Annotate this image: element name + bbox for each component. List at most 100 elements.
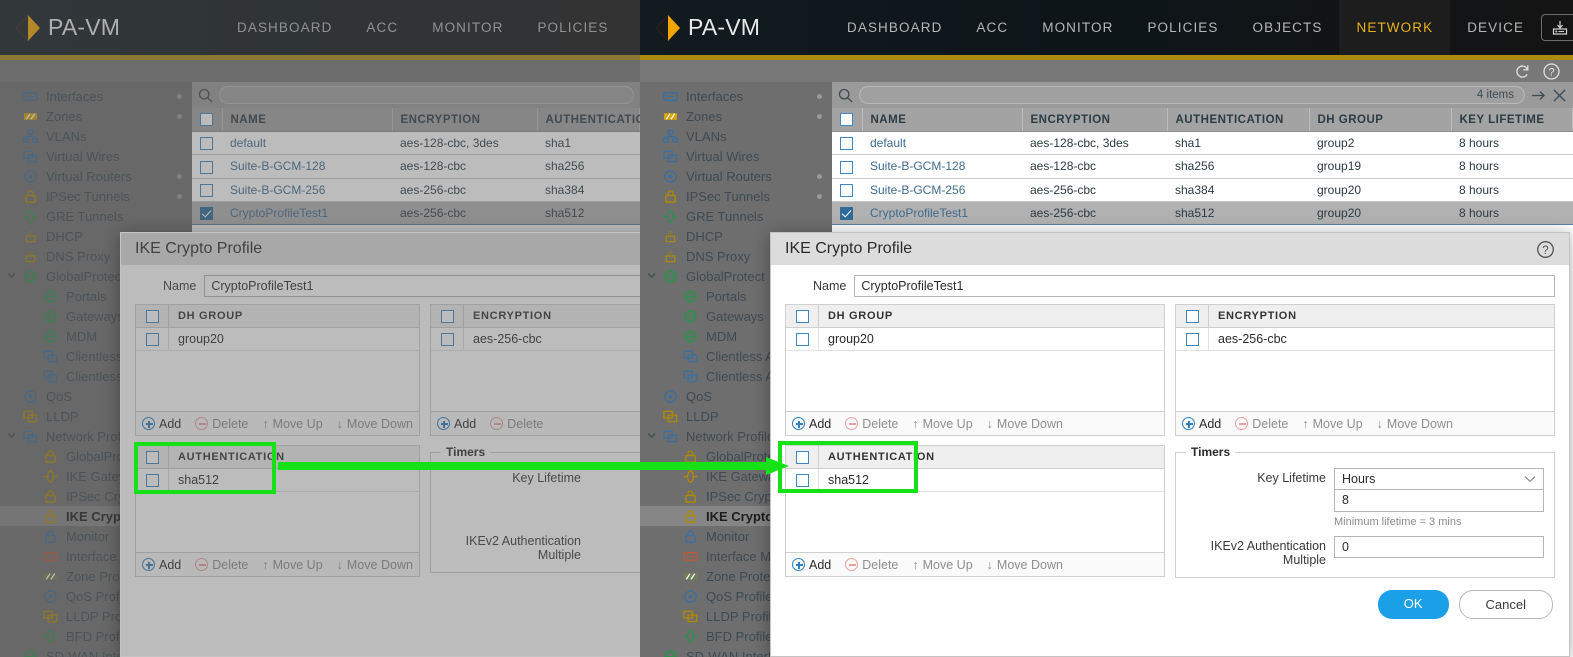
left-table-row[interactable]: CryptoProfileTest1aes-256-cbcsha512 (192, 201, 640, 224)
row-checkbox[interactable] (200, 184, 213, 197)
left-sidebar-item-virtual-routers[interactable]: Virtual Routers (0, 166, 192, 186)
left-auth-movedown-button[interactable]: ↓Move Down (337, 558, 413, 572)
left-sidebar-item-interfaces[interactable]: Interfaces (0, 86, 192, 106)
left-row-checkbox-cell[interactable] (192, 155, 222, 178)
row-checkbox[interactable] (840, 161, 853, 174)
left-table-row[interactable]: defaultaes-128-cbc, 3dessha1 (192, 132, 640, 155)
left-cell-name[interactable]: Suite-B-GCM-256 (222, 178, 392, 201)
left-sidebar-item-gre-tunnels[interactable]: GRE Tunnels (0, 206, 192, 226)
left-nav-tab-dashboard[interactable]: DASHBOARD (220, 0, 349, 55)
right-nav-tabs[interactable]: DASHBOARD ACC MONITOR POLICIES OBJECTS N… (830, 0, 1541, 55)
left-col-authentication[interactable]: AUTHENTICATION (537, 108, 640, 132)
select-all-checkbox[interactable] (200, 113, 213, 126)
row-checkbox-cell[interactable] (832, 155, 862, 178)
left-dh-moveup-button[interactable]: ↑Move Up (262, 417, 322, 431)
auth-movedown-button[interactable]: ↓Move Down (987, 558, 1063, 572)
ok-button[interactable]: OK (1378, 590, 1449, 619)
sidebar-item-ipsec-tunnels[interactable]: IPSec Tunnels (640, 186, 832, 206)
left-table-row[interactable]: Suite-B-GCM-256aes-256-cbcsha384 (192, 178, 640, 201)
auth-select-all-checkbox[interactable] (146, 451, 159, 464)
col-encryption[interactable]: ENCRYPTION (1022, 108, 1167, 132)
select-all-header[interactable] (832, 108, 862, 132)
left-search-input[interactable] (219, 86, 634, 104)
left-nav-tab-objects[interactable]: OBJECTS (626, 0, 640, 55)
chevron-down-icon[interactable] (646, 430, 657, 441)
row-checkbox[interactable] (200, 161, 213, 174)
select-all-checkbox[interactable] (840, 113, 853, 126)
auth-row-checkbox[interactable] (796, 474, 809, 487)
row-checkbox[interactable] (840, 184, 853, 197)
left-enc-delete-button[interactable]: Delete (490, 417, 543, 431)
left-sidebar-item-virtual-wires[interactable]: Virtual Wires (0, 146, 192, 166)
left-col-encryption[interactable]: ENCRYPTION (392, 108, 537, 132)
left-enc-add-button[interactable]: Add (437, 417, 476, 431)
left-auth-row[interactable]: sha512 (136, 469, 419, 492)
col-name[interactable]: NAME (862, 108, 1022, 132)
dh-group-row-checkbox[interactable] (146, 333, 159, 346)
refresh-icon[interactable] (1513, 62, 1532, 81)
dh-moveup-button[interactable]: ↑Move Up (912, 417, 972, 431)
sidebar-item-zones[interactable]: Zones (640, 106, 832, 126)
dh-add-button[interactable]: Add (792, 417, 831, 431)
left-auth-delete-button[interactable]: Delete (195, 558, 248, 572)
left-table-row[interactable]: Suite-B-GCM-128aes-128-cbcsha256 (192, 155, 640, 178)
left-row-checkbox-cell[interactable] (192, 201, 222, 224)
key-lifetime-value-input[interactable]: 8 (1334, 490, 1544, 512)
col-authentication[interactable]: AUTHENTICATION (1167, 108, 1309, 132)
cell-name[interactable]: CryptoProfileTest1 (862, 201, 1022, 224)
search-input[interactable]: 4 items (859, 86, 1525, 104)
dh-group-select-all-checkbox[interactable] (146, 310, 159, 323)
auth-moveup-button[interactable]: ↑Move Up (912, 558, 972, 572)
col-dh-group[interactable]: DH GROUP (1309, 108, 1451, 132)
left-cell-name[interactable]: CryptoProfileTest1 (222, 201, 392, 224)
help-icon[interactable]: ? (1542, 62, 1561, 81)
left-sidebar-item-ipsec-tunnels[interactable]: IPSec Tunnels (0, 186, 192, 206)
ikev2-value-input[interactable]: 0 (1334, 536, 1544, 558)
left-col-name[interactable]: NAME (222, 108, 392, 132)
left-dh-group-row[interactable]: group20 (136, 328, 419, 351)
dh-delete-button[interactable]: Delete (845, 417, 898, 431)
left-auth-add-button[interactable]: Add (142, 558, 181, 572)
left-cell-name[interactable]: Suite-B-GCM-128 (222, 155, 392, 178)
enc-delete-button[interactable]: Delete (1235, 417, 1288, 431)
nav-tab-acc[interactable]: ACC (959, 0, 1025, 55)
nav-tab-policies[interactable]: POLICIES (1130, 0, 1235, 55)
nav-tab-dashboard[interactable]: DASHBOARD (830, 0, 959, 55)
cell-name[interactable]: Suite-B-GCM-128 (862, 155, 1022, 178)
enc-add-button[interactable]: Add (1182, 417, 1221, 431)
help-icon[interactable]: ? (1536, 240, 1555, 259)
row-checkbox[interactable] (840, 207, 853, 220)
auth-row[interactable]: sha512 (786, 469, 1164, 492)
chevron-down-icon[interactable] (6, 270, 17, 281)
row-checkbox-cell[interactable] (832, 178, 862, 201)
encryption-row-checkbox[interactable] (441, 333, 454, 346)
left-dh-add-button[interactable]: Add (142, 417, 181, 431)
row-checkbox-cell[interactable] (832, 132, 862, 155)
nav-tab-monitor[interactable]: MONITOR (1025, 0, 1130, 55)
close-icon[interactable] (1552, 88, 1567, 103)
sidebar-item-vlans[interactable]: VLANs (640, 126, 832, 146)
table-row[interactable]: Suite-B-GCM-256aes-256-cbcsha384group208… (832, 178, 1573, 201)
left-nav-tab-acc[interactable]: ACC (349, 0, 415, 55)
chevron-down-icon[interactable] (6, 430, 17, 441)
key-lifetime-unit-select[interactable]: Hours (1334, 468, 1544, 490)
col-key-lifetime[interactable]: KEY LIFETIME (1451, 108, 1573, 132)
sidebar-item-virtual-wires[interactable]: Virtual Wires (640, 146, 832, 166)
left-nav-tab-policies[interactable]: POLICIES (520, 0, 625, 55)
left-dh-delete-button[interactable]: Delete (195, 417, 248, 431)
encryption-row[interactable]: aes-256-cbc (1176, 328, 1554, 351)
left-row-checkbox-cell[interactable] (192, 132, 222, 155)
dh-group-row-checkbox[interactable] (796, 333, 809, 346)
cancel-button[interactable]: Cancel (1459, 590, 1553, 619)
encryption-select-all-checkbox[interactable] (1186, 310, 1199, 323)
nav-tab-device[interactable]: DEVICE (1450, 0, 1541, 55)
row-checkbox[interactable] (200, 137, 213, 150)
sidebar-item-virtual-routers[interactable]: Virtual Routers (640, 166, 832, 186)
row-checkbox[interactable] (200, 207, 213, 220)
left-dh-movedown-button[interactable]: ↓Move Down (337, 417, 413, 431)
left-cell-name[interactable]: default (222, 132, 392, 155)
auth-delete-button[interactable]: Delete (845, 558, 898, 572)
left-search-row[interactable] (192, 82, 640, 108)
dh-group-select-all-checkbox[interactable] (796, 310, 809, 323)
right-search-row[interactable]: 4 items (832, 82, 1573, 108)
